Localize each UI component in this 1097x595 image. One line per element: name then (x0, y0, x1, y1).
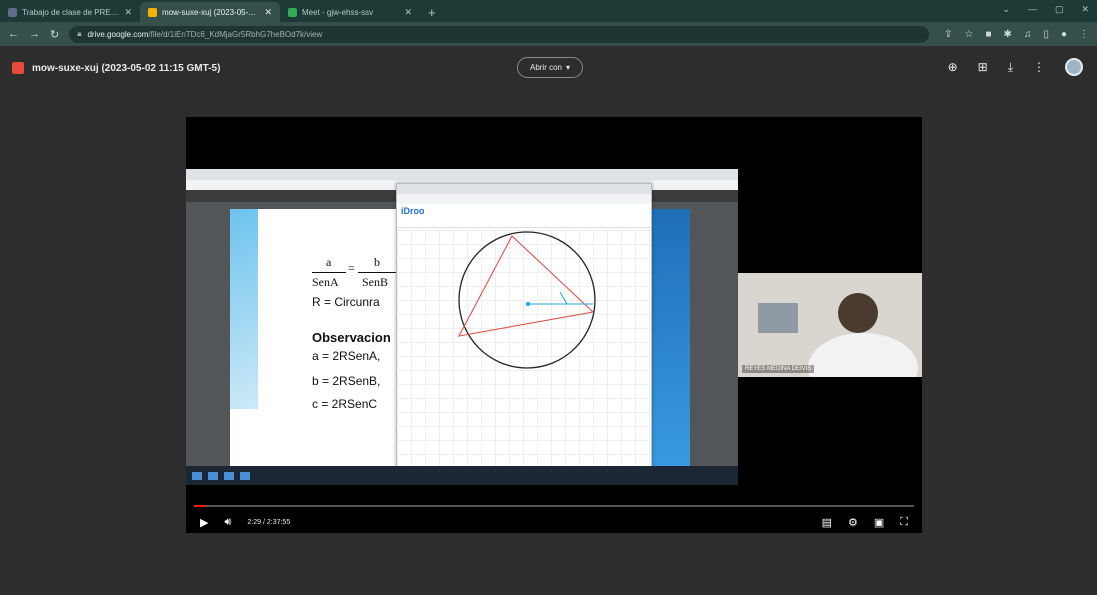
download-icon[interactable]: ⤓ (1008, 60, 1013, 75)
avatar[interactable] (1065, 58, 1083, 76)
slide-fraction-bar (358, 272, 396, 273)
browser-toolbar: ← → ↻ 🔒︎ drive.google.com/file/d/1iEnTDc… (0, 22, 1097, 46)
add-shortcut-icon[interactable]: ⊕ (948, 60, 958, 74)
lock-icon: 🔒︎ (77, 29, 82, 38)
extension-icon[interactable]: ■ (986, 29, 992, 40)
shared-screen: a b = SenA SenB R = Circunra Observacion… (186, 169, 738, 485)
slide-equals-sign: = (348, 261, 355, 275)
drive-favicon-icon (148, 7, 157, 17)
meet-favicon-icon (288, 7, 297, 17)
slide-equation-b: b = 2RSenB, (312, 374, 381, 388)
idroo-window: iDroo (396, 183, 652, 469)
shared-browser-tabs (186, 169, 738, 180)
address-bar[interactable]: 🔒︎ drive.google.com/file/d/1iEnTDc6_KdMj… (69, 25, 930, 43)
participant-name: REYES MEDINA DEIVIS (742, 365, 815, 373)
add-to-drive-icon[interactable]: ⊞ (978, 60, 988, 74)
participant-camera: REYES MEDINA DEIVIS (738, 273, 922, 377)
progress-bar[interactable] (194, 505, 914, 507)
menu-icon[interactable]: ⋮ (1079, 29, 1089, 40)
windows-start-icon (192, 471, 202, 480)
slide-equation-a: a = 2RSenA, (312, 349, 381, 363)
plus-icon[interactable]: + (420, 5, 444, 22)
classroom-favicon-icon (8, 7, 17, 17)
miniplayer-icon[interactable]: ▣ (874, 516, 884, 529)
open-with-button[interactable]: Abrir con ▾ (517, 57, 583, 78)
puzzle-icon[interactable]: ✱ (1004, 29, 1012, 40)
play-icon[interactable]: ▶ (200, 516, 208, 529)
chevron-down-icon[interactable]: ⌄ (1002, 4, 1010, 15)
extension-area: ⇪ ☆ ■ ✱ ♫ ▯ ● ⋮ (944, 29, 1089, 40)
player-right-controls: ▤ ⚙ ▣ ⛶ (822, 516, 908, 529)
idroo-browser-tabs (397, 184, 651, 194)
browser-tab-drive-video[interactable]: mow-suxe-xuj (2023-05-02 11: ✕ (140, 2, 280, 22)
close-tab-icon[interactable]: ✕ (264, 7, 272, 18)
tab-title: Meet - gjw-ehss-ssv (302, 7, 374, 17)
minimize-icon[interactable]: — (1028, 4, 1037, 15)
angle-mark (559, 291, 568, 305)
slide-frac-den-a: SenA (312, 275, 339, 289)
share-icon[interactable]: ⇪ (944, 29, 952, 40)
center-point (526, 302, 530, 306)
browser-tab-strip: Trabajo de clase de PREAZG-CA ✕ mow-suxe… (0, 0, 1097, 22)
idroo-header: iDroo (397, 204, 651, 218)
player-controls: ▶ 🔊︎ 2:29 / 2:37:55 ▤ ⚙ ▣ ⛶ (186, 511, 922, 533)
viewer-tools: ⊕ ⊞ ⤓ ⋮ (948, 58, 1083, 76)
slide-decoration-left (230, 209, 258, 409)
slide-equation-c: c = 2RSenC (312, 397, 378, 411)
volume-icon[interactable]: 🔊︎ (224, 516, 231, 529)
circumcircle-drawing (457, 231, 596, 369)
browser-tab-classwork[interactable]: Trabajo de clase de PREAZG-CA ✕ (0, 2, 140, 22)
close-tab-icon[interactable]: ✕ (404, 7, 412, 18)
idroo-logo: iDroo (401, 206, 425, 216)
address-path: /file/d/1iEnTDc6_KdMjaGr5RbhG7heBOd7k/vi… (148, 29, 323, 39)
participant-video-frame (738, 273, 922, 377)
taskbar-app-icon (208, 471, 218, 480)
caret-down-icon: ▾ (566, 63, 571, 72)
file-title: mow-suxe-xuj (2023-05-02 11:15 GMT-5) (32, 62, 221, 74)
slide-frac-num-b: b (374, 255, 380, 269)
captions-icon[interactable]: ▤ (822, 516, 832, 529)
media-icon[interactable]: ♫ (1024, 29, 1032, 40)
sidebar-icon[interactable]: ▯ (1043, 29, 1049, 40)
time-display: 2:29 / 2:37:55 (247, 518, 291, 526)
back-icon[interactable]: ← (8, 28, 19, 40)
tab-title: Trabajo de clase de PREAZG-CA (22, 7, 119, 17)
forward-icon[interactable]: → (29, 28, 40, 40)
slide-frac-den-b: SenB (362, 275, 389, 289)
window-controls: ⌄ — ▢ ✕ (1002, 4, 1089, 15)
close-icon[interactable]: ✕ (1081, 4, 1089, 15)
slide-radius-line: R = Circunra (312, 295, 380, 309)
taskbar-app-icon (224, 471, 234, 480)
drive-viewer: mow-suxe-xuj (2023-05-02 11:15 GMT-5) Ab… (0, 46, 1097, 595)
progress-fill (194, 505, 206, 507)
video-file-icon (12, 62, 24, 74)
bookmark-star-icon[interactable]: ☆ (965, 29, 974, 40)
close-tab-icon[interactable]: ✕ (124, 7, 132, 18)
open-with-label: Abrir con (529, 63, 562, 72)
circumcircle (458, 231, 596, 369)
slide-decoration-right (648, 209, 690, 469)
settings-gear-icon[interactable]: ⚙ (848, 516, 858, 529)
idroo-toolbar (397, 218, 651, 228)
shared-taskbar (186, 466, 738, 485)
maximize-icon[interactable]: ▢ (1055, 4, 1064, 15)
whiteboard-canvas (397, 230, 651, 468)
idroo-address-bar (397, 194, 651, 204)
profile-icon[interactable]: ● (1061, 29, 1067, 40)
fullscreen-icon[interactable]: ⛶ (900, 516, 908, 529)
browser-tab-meet[interactable]: Meet - gjw-ehss-ssv ✕ (280, 2, 420, 22)
taskbar-app-icon (240, 471, 250, 480)
video-player[interactable]: a b = SenA SenB R = Circunra Observacion… (186, 117, 922, 533)
reload-icon[interactable]: ↻ (50, 28, 59, 41)
tab-title: mow-suxe-xuj (2023-05-02 11: (162, 7, 260, 17)
slide-heading: Observacion (312, 330, 391, 345)
more-options-icon[interactable]: ⋮ (1033, 60, 1045, 74)
slide-fraction-bar (312, 272, 346, 273)
address-host: drive.google.com (87, 29, 149, 39)
slide-frac-num-a: a (326, 255, 332, 269)
